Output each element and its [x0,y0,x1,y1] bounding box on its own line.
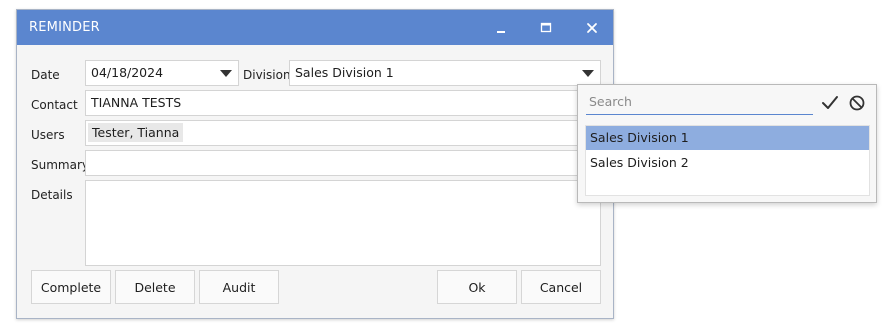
contact-field[interactable]: TIANNA TESTS [85,90,601,116]
date-label: Date [31,68,60,82]
summary-field[interactable] [85,150,601,176]
division-select[interactable]: Sales Division 1 [289,60,601,86]
contact-value: TIANNA TESTS [91,95,182,110]
users-label: Users [31,128,65,142]
dropdown-search[interactable] [586,91,813,115]
user-chip[interactable]: Tester, Tianna [88,123,184,142]
division-dropdown-popup: Sales Division 1 Sales Division 2 [577,84,877,203]
delete-button[interactable]: Delete [115,270,195,304]
details-label: Details [31,188,73,202]
list-item[interactable]: Sales Division 2 [586,151,869,175]
ok-button[interactable]: Ok [437,270,517,304]
details-textarea[interactable] [85,180,601,266]
contact-label: Contact [31,98,78,112]
date-value: 04/18/2024 [91,65,164,80]
cancel-circle-icon[interactable] [848,94,866,112]
cancel-button[interactable]: Cancel [521,270,601,304]
dialog-title: REMINDER [29,20,100,35]
title-bar[interactable]: REMINDER [17,10,613,45]
checkmark-icon[interactable] [820,94,840,112]
date-picker[interactable]: 04/18/2024 [85,60,239,86]
complete-button[interactable]: Complete [31,270,111,304]
division-value: Sales Division 1 [295,65,394,80]
list-item[interactable]: Sales Division 1 [586,126,869,150]
minimize-button[interactable] [490,17,512,39]
users-field[interactable]: Tester, Tianna [85,120,601,146]
reminder-dialog: REMINDER Date 04/18/2024 Division Sales … [16,9,614,319]
chevron-down-icon[interactable] [220,70,232,77]
audit-button[interactable]: Audit [199,270,279,304]
maximize-button[interactable] [535,17,557,39]
minimize-icon [497,31,505,33]
summary-label: Summary [31,158,89,172]
close-button[interactable] [581,17,603,39]
division-label: Division [243,68,291,82]
search-input[interactable] [586,91,809,111]
chevron-down-icon[interactable] [582,70,594,77]
close-icon [587,23,597,33]
maximize-icon [540,22,552,33]
division-options-list: Sales Division 1 Sales Division 2 [585,125,870,196]
